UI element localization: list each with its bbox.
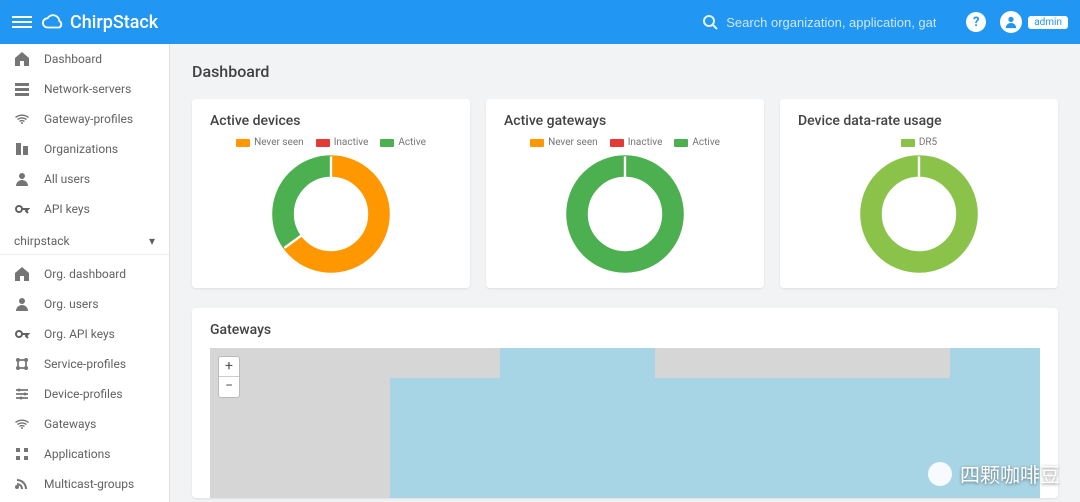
user-menu[interactable]: admin: [1000, 11, 1068, 33]
zoom-out-button[interactable]: −: [219, 377, 239, 397]
legend-swatch: [610, 139, 624, 147]
donut-chart: [565, 154, 685, 274]
legend-swatch: [674, 139, 688, 147]
sidebar-item-dashboard[interactable]: Dashboard: [0, 44, 169, 74]
sliders-icon: [14, 386, 30, 402]
legend-label: Active: [398, 137, 426, 148]
home-icon: [14, 266, 30, 282]
search-box[interactable]: [702, 14, 952, 30]
sidebar-item-label: API keys: [44, 202, 90, 216]
sidebar-item-multicast-groups[interactable]: Multicast-groups: [0, 469, 169, 499]
sidebar-item-device-profiles[interactable]: Device-profiles: [0, 379, 169, 409]
donut-chart: [271, 154, 391, 274]
key-icon: [14, 326, 30, 342]
legend-item: Never seen: [530, 137, 598, 148]
sidebar-item-label: Device-profiles: [44, 387, 123, 401]
org-icon: [14, 141, 30, 157]
chevron-down-icon: ▾: [149, 234, 155, 248]
legend-swatch: [901, 139, 915, 147]
service-icon: [14, 356, 30, 372]
sidebar-item-label: Applications: [44, 447, 110, 461]
card-active-devices: Active devices Never seen Inactive Active: [192, 99, 470, 288]
donut-chart: [859, 154, 979, 274]
legend-swatch: [236, 139, 250, 147]
brand-name: ChirpStack: [70, 12, 158, 33]
username-badge: admin: [1028, 16, 1068, 29]
legend-item: Active: [380, 137, 426, 148]
cloud-icon: [42, 11, 64, 33]
card-title: Active devices: [210, 113, 452, 129]
sidebar-item-label: Gateway-profiles: [44, 112, 133, 126]
page-title: Dashboard: [192, 62, 1058, 81]
sidebar-item-label: Org. API keys: [44, 327, 115, 341]
sidebar-item-org-dashboard[interactable]: Org. dashboard: [0, 259, 169, 289]
home-icon: [14, 51, 30, 67]
apps-icon: [14, 446, 30, 462]
sidebar-item-gateways[interactable]: Gateways: [0, 409, 169, 439]
legend-label: Never seen: [548, 137, 598, 148]
servers-icon: [14, 81, 30, 97]
card-title: Active gateways: [504, 113, 746, 129]
legend-item: Active: [674, 137, 720, 148]
legend-label: Inactive: [334, 137, 369, 148]
gateways-card-title: Gateways: [210, 322, 1040, 338]
legend-item: Inactive: [316, 137, 369, 148]
legend-item: Inactive: [610, 137, 663, 148]
sidebar-item-gateway-profiles[interactable]: Gateway-profiles: [0, 104, 169, 134]
legend-item: DR5: [901, 137, 937, 148]
sidebar-item-all-users[interactable]: All users: [0, 164, 169, 194]
org-selector-value: chirpstack: [14, 234, 70, 248]
search-input[interactable]: [726, 15, 936, 30]
menu-toggle-icon[interactable]: [12, 12, 32, 32]
sidebar-item-organizations[interactable]: Organizations: [0, 134, 169, 164]
sidebar-item-label: Org. dashboard: [44, 267, 126, 281]
chart-legend: Never seen Inactive Active: [504, 137, 746, 148]
sidebar-item-service-profiles[interactable]: Service-profiles: [0, 349, 169, 379]
legend-swatch: [316, 139, 330, 147]
main-content: Dashboard Active devices Never seen Inacti…: [170, 44, 1080, 502]
zoom-in-button[interactable]: +: [219, 357, 239, 377]
legend-label: Active: [692, 137, 720, 148]
user-icon: [14, 296, 30, 312]
help-button[interactable]: ?: [966, 12, 986, 32]
sidebar-item-label: Organizations: [44, 142, 118, 156]
gateways-map[interactable]: + −: [210, 348, 1040, 498]
chart-legend: Never seen Inactive Active: [210, 137, 452, 148]
legend-swatch: [380, 139, 394, 147]
card-device-data-rate-usage: Device data-rate usage DR5: [780, 99, 1058, 288]
user-icon: [14, 171, 30, 187]
sidebar-item-applications[interactable]: Applications: [0, 439, 169, 469]
rss-icon: [14, 476, 30, 492]
sidebar-item-label: Network-servers: [44, 82, 131, 96]
sidebar-item-org-users[interactable]: Org. users: [0, 289, 169, 319]
chart-legend: DR5: [798, 137, 1040, 148]
sidebar: Dashboard Network-servers Gateway-profiles…: [0, 44, 170, 502]
sidebar-item-org-api-keys[interactable]: Org. API keys: [0, 319, 169, 349]
sidebar-item-label: Org. users: [44, 297, 99, 311]
legend-label: DR5: [919, 137, 937, 148]
sidebar-item-label: Gateways: [44, 417, 96, 431]
brand-logo[interactable]: ChirpStack: [42, 11, 158, 33]
card-active-gateways: Active gateways Never seen Inactive Active: [486, 99, 764, 288]
sidebar-item-network-servers[interactable]: Network-servers: [0, 74, 169, 104]
key-icon: [14, 201, 30, 217]
search-icon: [702, 14, 718, 30]
sidebar-item-label: Service-profiles: [44, 357, 126, 371]
wifi-icon: [14, 416, 30, 432]
legend-label: Inactive: [628, 137, 663, 148]
topbar: ChirpStack ? admin: [0, 0, 1080, 44]
legend-label: Never seen: [254, 137, 304, 148]
sidebar-item-label: All users: [44, 172, 90, 186]
sidebar-item-label: Multicast-groups: [44, 477, 134, 491]
wifi-icon: [14, 111, 30, 127]
card-title: Device data-rate usage: [798, 113, 1040, 129]
sidebar-item-label: Dashboard: [44, 52, 102, 66]
legend-item: Never seen: [236, 137, 304, 148]
map-zoom-controls[interactable]: + −: [218, 356, 240, 398]
legend-swatch: [530, 139, 544, 147]
org-selector[interactable]: chirpstack ▾: [0, 224, 169, 255]
sidebar-item-api-keys[interactable]: API keys: [0, 194, 169, 224]
gateways-card: Gateways + −: [192, 308, 1058, 498]
avatar-icon: [1000, 11, 1022, 33]
